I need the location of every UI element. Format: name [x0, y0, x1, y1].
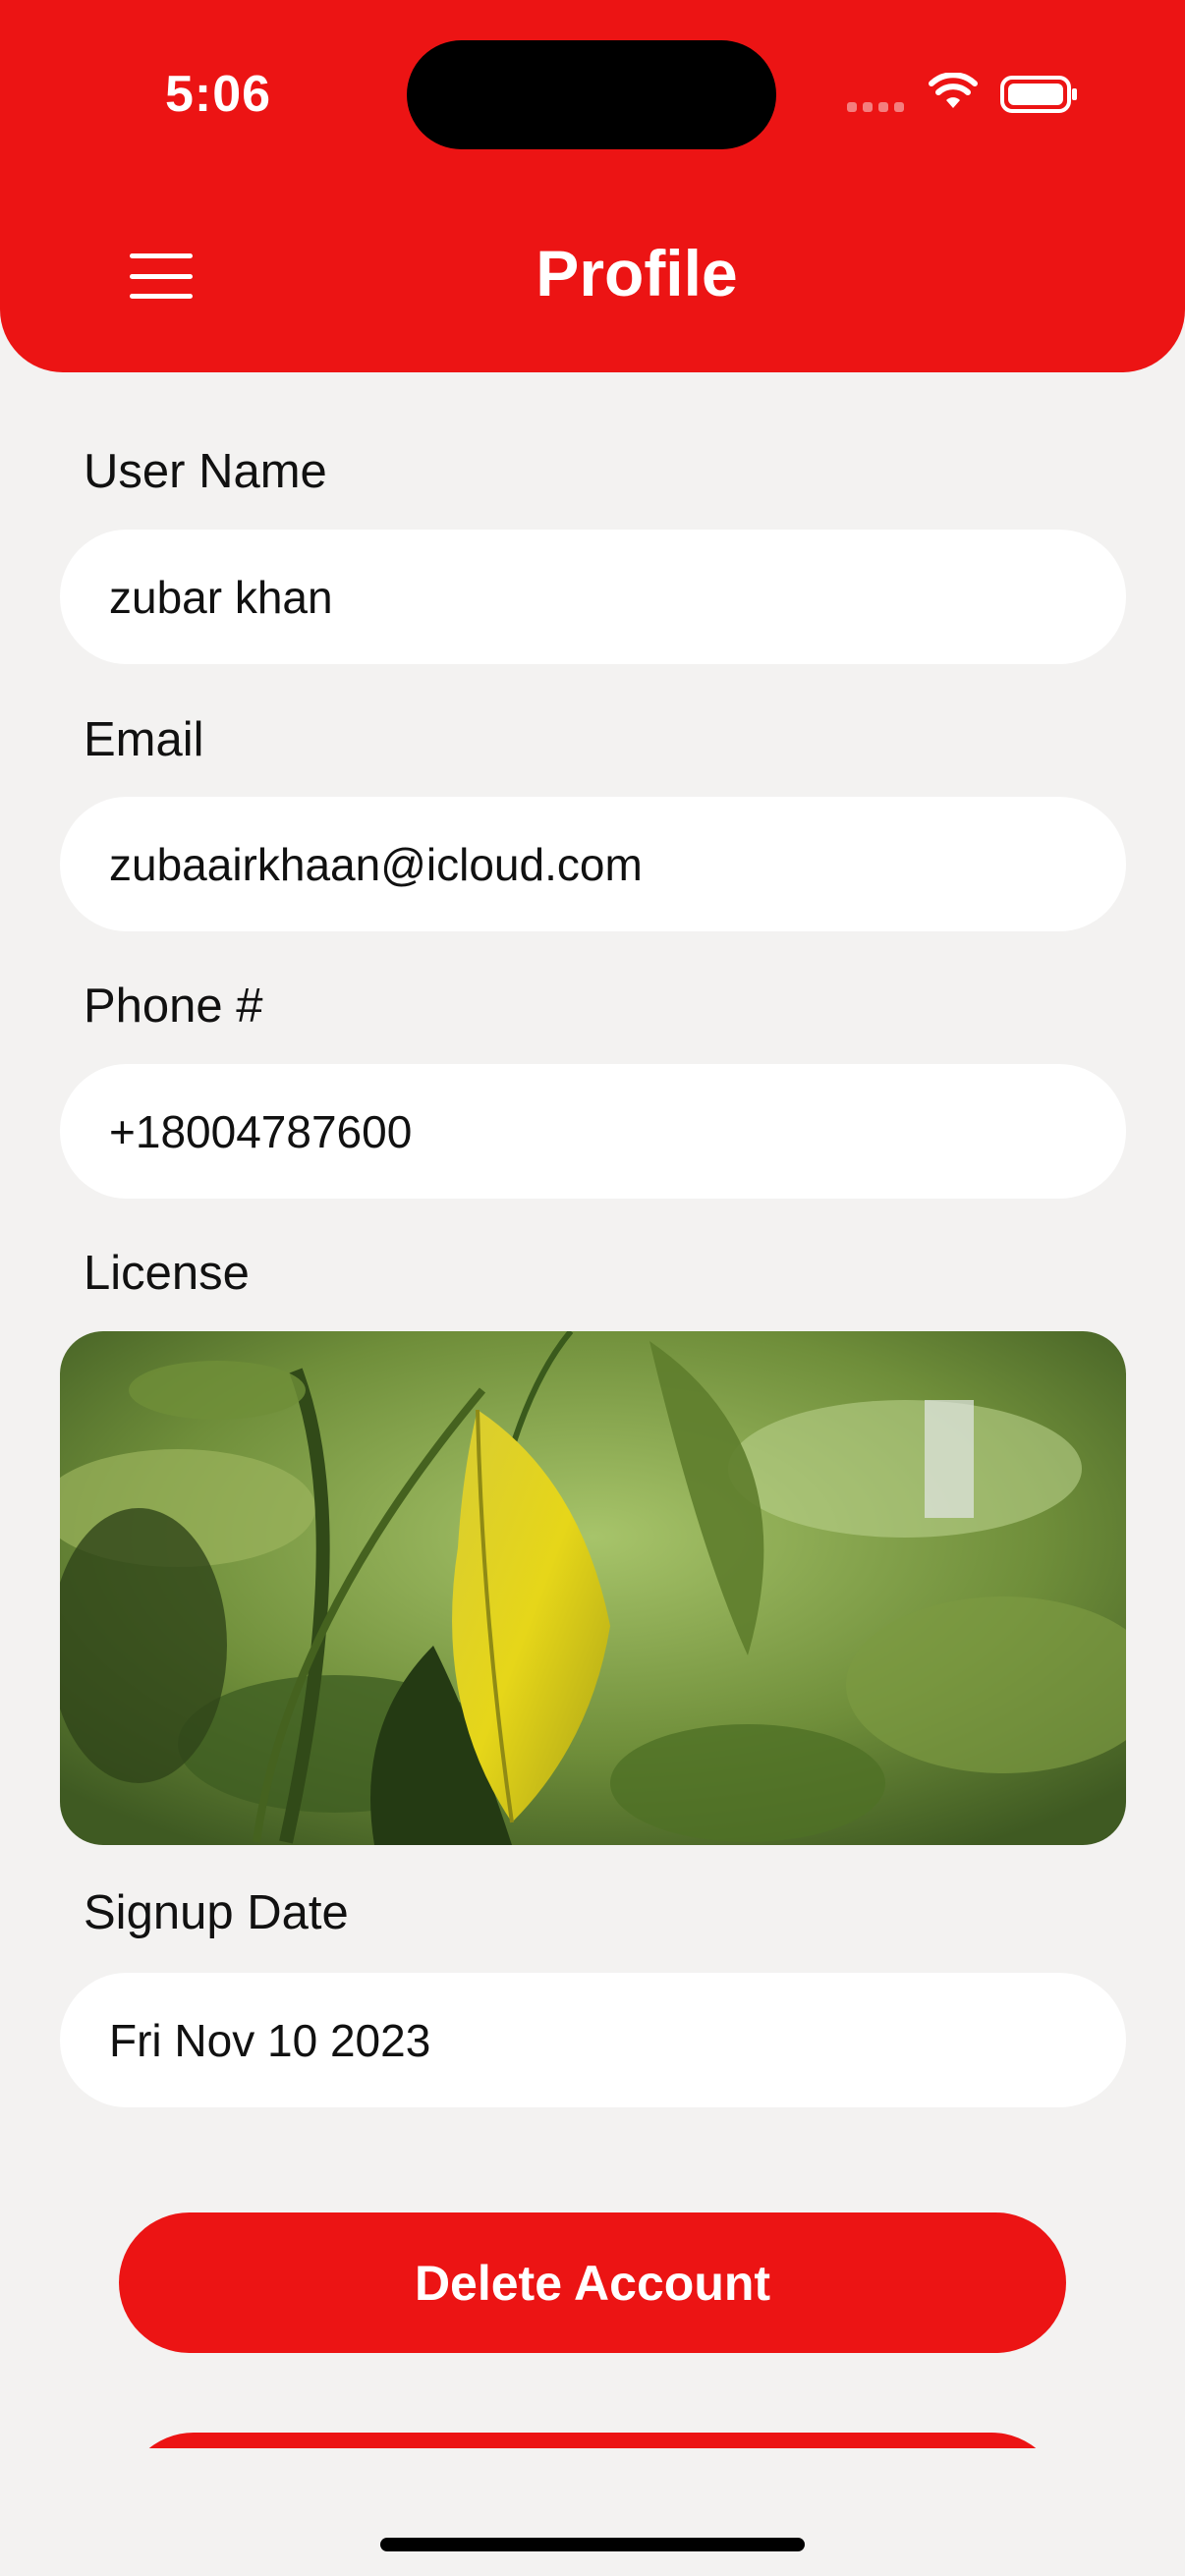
wifi-icon [929, 73, 978, 108]
app-header: 5:06 Profile [0, 0, 1185, 372]
email-label: Email [84, 713, 204, 766]
leaf-photo [60, 1331, 1126, 1845]
license-label: License [84, 1247, 250, 1300]
home-indicator [380, 2538, 805, 2551]
secondary-button-partial[interactable] [123, 2433, 1062, 2448]
signup-date-label: Signup Date [84, 1886, 349, 1939]
user-name-field[interactable]: zubar khan [60, 530, 1126, 664]
page-title: Profile [536, 237, 738, 309]
license-image[interactable] [60, 1331, 1126, 1845]
dynamic-island [407, 40, 776, 149]
email-field[interactable]: zubaairkhaan@icloud.com [60, 797, 1126, 931]
phone-label: Phone # [84, 980, 263, 1033]
user-name-label: User Name [84, 445, 327, 498]
delete-account-button[interactable]: Delete Account [119, 2212, 1066, 2353]
cellular-signal-icon [847, 102, 904, 112]
phone-field[interactable]: +18004787600 [60, 1064, 1126, 1199]
signup-date-field[interactable]: Fri Nov 10 2023 [60, 1973, 1126, 2107]
battery-icon [1000, 76, 1077, 113]
status-time: 5:06 [165, 66, 272, 123]
